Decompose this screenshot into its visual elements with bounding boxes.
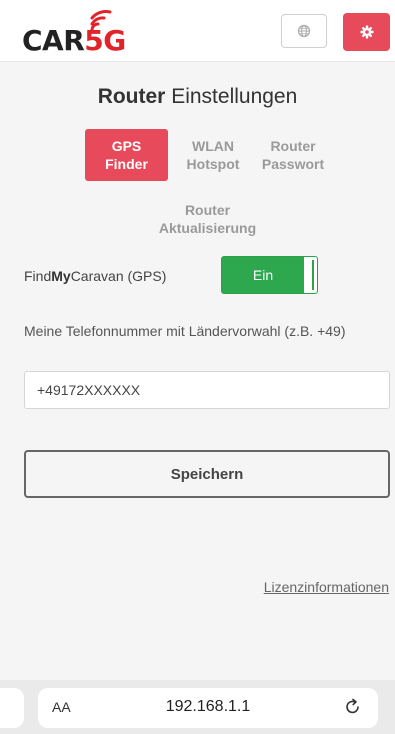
- signal-waves-icon: [90, 10, 112, 32]
- app-header: CAR5G: [0, 0, 395, 62]
- page-title: Router Einstellungen: [97, 85, 298, 108]
- globe-icon: [297, 24, 311, 38]
- car5g-logo[interactable]: CAR5G: [22, 10, 172, 57]
- tab-gps-finder[interactable]: GPS Finder: [85, 129, 168, 181]
- browser-address-bar: AA 192.168.1.1: [0, 680, 395, 734]
- gear-icon: [360, 25, 373, 39]
- tab-wlan-hotspot[interactable]: WLAN Hotspot: [180, 137, 246, 173]
- phone-field-label: Meine Telefonnummer mit Ländervorwahl (z…: [24, 323, 346, 339]
- url-field[interactable]: AA 192.168.1.1: [38, 688, 378, 728]
- save-button[interactable]: Speichern: [24, 450, 390, 498]
- language-button[interactable]: [281, 14, 327, 48]
- settings-tabs: GPS Finder WLAN Hotspot Router Passwort Rou…: [0, 129, 395, 239]
- gps-toggle[interactable]: Ein: [221, 256, 318, 294]
- phone-number-input[interactable]: [24, 371, 390, 409]
- toggle-knob: [306, 260, 314, 290]
- license-info-link[interactable]: Lizenzinformationen: [264, 579, 389, 595]
- toggle-on-label: Ein: [222, 257, 304, 293]
- previous-tab-stub[interactable]: [0, 688, 24, 728]
- tab-router-password[interactable]: Router Passwort: [254, 137, 332, 173]
- findmycaravan-label: FindMyCaravan (GPS): [24, 268, 167, 284]
- url-text: 192.168.1.1: [165, 698, 251, 715]
- reload-icon[interactable]: [342, 696, 364, 718]
- settings-button[interactable]: [343, 13, 390, 51]
- tab-router-update[interactable]: Router Aktualisierung: [140, 201, 275, 237]
